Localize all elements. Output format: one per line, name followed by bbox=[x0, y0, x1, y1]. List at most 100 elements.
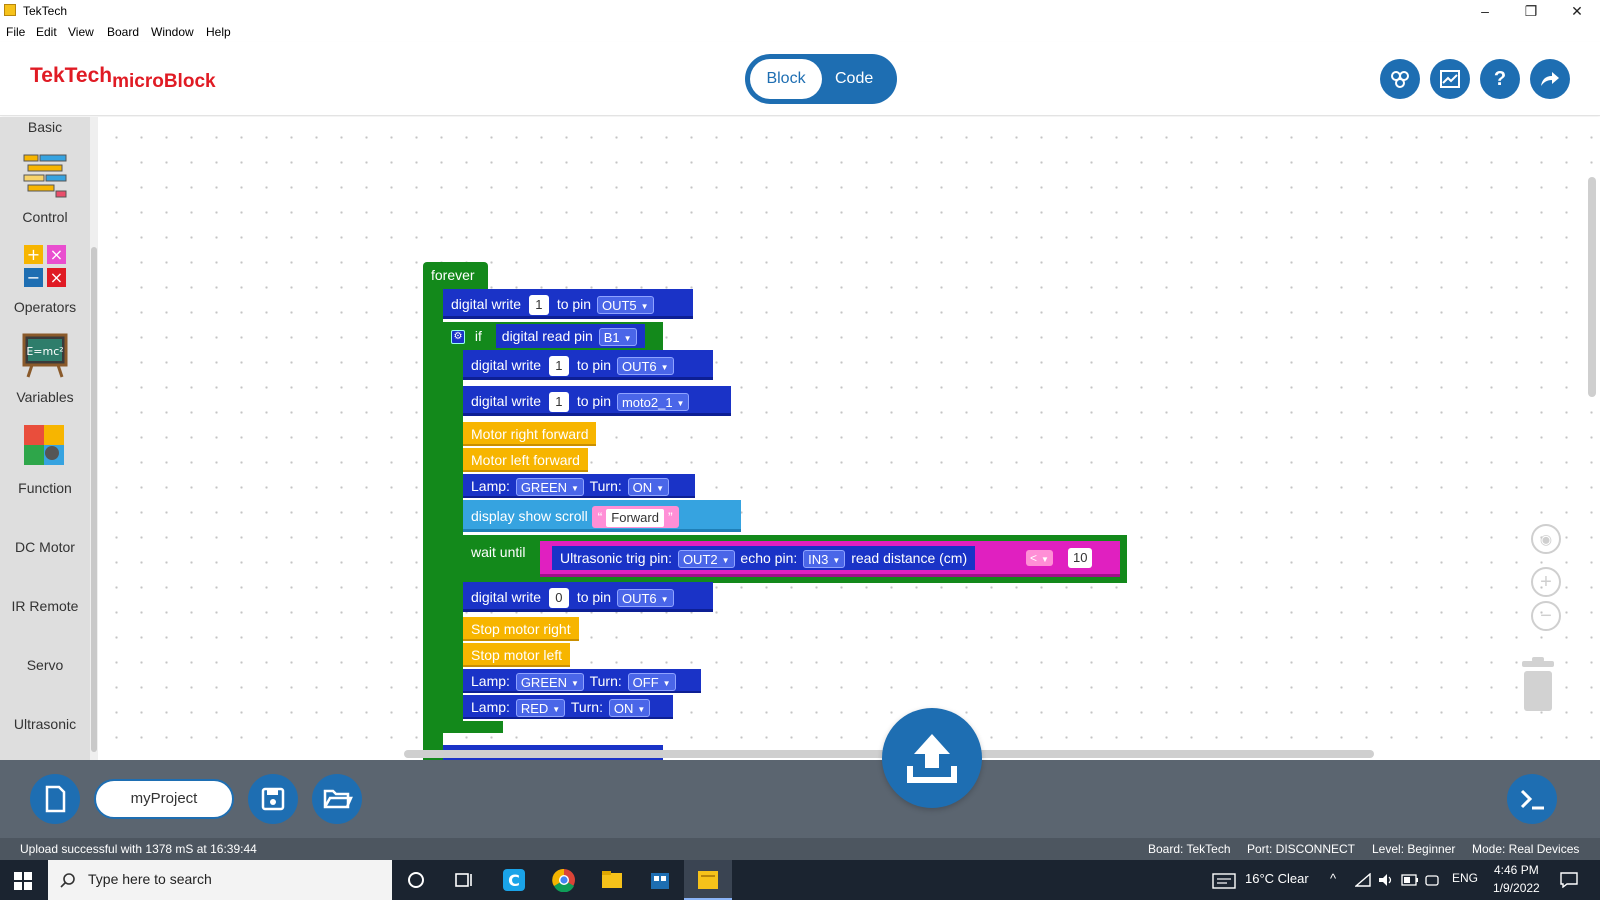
digital-write-block-2[interactable]: digital write 1 to pin OUT6 ▼ bbox=[463, 350, 713, 380]
compare-block[interactable]: Ultrasonic trig pin: OUT2 ▼ echo pin: IN3… bbox=[540, 541, 1120, 577]
lamp-state-dropdown[interactable]: OFF ▼ bbox=[627, 673, 676, 692]
motor-left-forward-block[interactable]: Motor left forward bbox=[463, 448, 588, 472]
pin-dropdown[interactable]: OUT6 ▼ bbox=[616, 589, 674, 608]
meet-now-icon[interactable] bbox=[1425, 873, 1439, 887]
lamp-color-dropdown[interactable]: GREEN ▼ bbox=[515, 478, 584, 497]
digital-read-block[interactable]: digital read pin B1 ▼ bbox=[495, 324, 645, 348]
value-input[interactable]: 0 bbox=[548, 588, 569, 609]
zoom-in-button[interactable]: + bbox=[1531, 567, 1561, 597]
ccleaner-app-icon[interactable]: C bbox=[502, 868, 526, 892]
code-mode-button[interactable]: Code bbox=[835, 59, 873, 99]
echo-pin-dropdown[interactable]: IN3 ▼ bbox=[803, 550, 846, 569]
task-view-icon[interactable] bbox=[452, 868, 476, 892]
close-button[interactable]: ✕ bbox=[1554, 0, 1600, 22]
lamp-block-2[interactable]: Lamp: GREEN ▼ Turn: OFF ▼ bbox=[463, 669, 701, 693]
tektech-taskbar-button[interactable] bbox=[684, 860, 732, 900]
notifications-icon[interactable] bbox=[1560, 872, 1578, 888]
menu-help[interactable]: Help bbox=[206, 25, 231, 39]
text-value[interactable]: Forward bbox=[606, 509, 664, 528]
menu-file[interactable]: File bbox=[6, 25, 25, 39]
dropdown-arrow-icon: ▼ bbox=[571, 483, 579, 493]
cortana-icon[interactable] bbox=[404, 868, 428, 892]
clock-time[interactable]: 4:46 PM bbox=[1494, 863, 1539, 877]
lamp-block-3[interactable]: Lamp: RED ▼ Turn: ON ▼ bbox=[463, 695, 673, 719]
ultrasonic-read-block[interactable]: Ultrasonic trig pin: OUT2 ▼ echo pin: IN3… bbox=[552, 546, 976, 570]
if-block-arm bbox=[443, 322, 463, 722]
forever-label: forever bbox=[431, 267, 475, 283]
weather-icon[interactable] bbox=[1212, 873, 1236, 889]
lamp-block-1[interactable]: Lamp: GREEN ▼ Turn: ON ▼ bbox=[463, 474, 695, 498]
help-button[interactable]: ? bbox=[1480, 59, 1520, 99]
sidebar-scroll-thumb[interactable] bbox=[91, 247, 97, 752]
category-basic[interactable]: Basic bbox=[0, 119, 90, 135]
trash-icon[interactable] bbox=[1518, 657, 1558, 713]
block-mode-button[interactable]: Block bbox=[750, 59, 822, 99]
store-app-icon[interactable] bbox=[648, 868, 672, 892]
category-operators[interactable]: Operators bbox=[0, 299, 90, 315]
stop-motor-right-block[interactable]: Stop motor right bbox=[463, 617, 579, 641]
recenter-button[interactable]: ◉ bbox=[1531, 524, 1561, 554]
menu-edit[interactable]: Edit bbox=[36, 25, 57, 39]
network-icon[interactable] bbox=[1355, 873, 1371, 887]
chrome-app-icon[interactable] bbox=[552, 868, 576, 892]
compare-value-input[interactable]: 10 bbox=[1068, 548, 1093, 568]
menu-view[interactable]: View bbox=[68, 25, 94, 39]
category-ultrasonic[interactable]: Ultrasonic bbox=[0, 716, 90, 732]
digital-write-block-4[interactable]: digital write 0 to pin OUT6 ▼ bbox=[463, 582, 713, 612]
terminal-button[interactable] bbox=[1507, 774, 1557, 824]
file-explorer-icon[interactable] bbox=[600, 868, 624, 892]
if-block[interactable]: ⚙ if digital read pin B1 ▼ bbox=[443, 322, 663, 350]
lamp-state-dropdown[interactable]: ON ▼ bbox=[627, 478, 670, 497]
new-file-button[interactable] bbox=[30, 774, 80, 824]
digital-write-block-3[interactable]: digital write 1 to pin moto2_1 ▼ bbox=[463, 386, 731, 416]
display-show-scroll-block[interactable]: display show scroll “Forward” bbox=[463, 500, 741, 532]
operator-dropdown[interactable]: < ▼ bbox=[1026, 550, 1053, 566]
volume-icon[interactable] bbox=[1378, 873, 1394, 887]
pin-dropdown[interactable]: OUT5 ▼ bbox=[596, 296, 654, 315]
open-file-button[interactable] bbox=[312, 774, 362, 824]
lamp-state-dropdown[interactable]: ON ▼ bbox=[608, 699, 651, 718]
value-input[interactable]: 1 bbox=[528, 295, 549, 316]
workspace-vertical-scrollbar[interactable] bbox=[1588, 177, 1596, 397]
menu-window[interactable]: Window bbox=[151, 25, 194, 39]
category-servo[interactable]: Servo bbox=[0, 657, 90, 673]
motor-right-forward-block[interactable]: Motor right forward bbox=[463, 422, 597, 446]
gear-icon[interactable]: ⚙ bbox=[451, 330, 465, 345]
category-variables[interactable]: Variables bbox=[0, 389, 90, 405]
value-input[interactable]: 1 bbox=[548, 392, 569, 413]
digital-write-block-1[interactable]: digital write 1 to pin OUT5 ▼ bbox=[443, 289, 693, 319]
lamp-color-dropdown[interactable]: RED ▼ bbox=[515, 699, 566, 718]
category-control[interactable]: Control bbox=[0, 209, 90, 225]
pin-dropdown[interactable]: OUT6 ▼ bbox=[616, 357, 674, 376]
trig-pin-dropdown[interactable]: OUT2 ▼ bbox=[677, 550, 735, 569]
upload-button[interactable] bbox=[882, 708, 982, 808]
menu-board[interactable]: Board bbox=[107, 25, 139, 39]
category-dc-motor[interactable]: DC Motor bbox=[0, 539, 90, 555]
weather-text[interactable]: 16°C Clear bbox=[1245, 871, 1309, 886]
windows-start-icon[interactable] bbox=[14, 872, 32, 890]
pin-dropdown[interactable]: B1 ▼ bbox=[598, 328, 637, 347]
block-workspace[interactable]: forever digital write 1 to pin OUT5 ▼ ⚙ i… bbox=[98, 117, 1600, 760]
wait-until-block[interactable]: wait until Ultrasonic trig pin: OUT2 ▼ ec… bbox=[463, 535, 1127, 583]
language-indicator[interactable]: ENG bbox=[1452, 871, 1478, 885]
text-input[interactable]: “Forward” bbox=[591, 506, 679, 529]
battery-icon[interactable] bbox=[1401, 874, 1419, 886]
project-name-input[interactable]: myProject bbox=[94, 779, 234, 819]
serial-plotter-button[interactable] bbox=[1430, 59, 1470, 99]
save-button[interactable] bbox=[248, 774, 298, 824]
value-input[interactable]: 1 bbox=[548, 356, 569, 377]
extensions-button[interactable] bbox=[1380, 59, 1420, 99]
stop-motor-left-block[interactable]: Stop motor left bbox=[463, 643, 571, 667]
zoom-out-button[interactable]: − bbox=[1531, 601, 1561, 631]
category-function[interactable]: Function bbox=[0, 480, 90, 496]
clock-date[interactable]: 1/9/2022 bbox=[1493, 881, 1540, 895]
maximize-button[interactable]: ❐ bbox=[1508, 0, 1554, 22]
show-hidden-icons-chevron-icon[interactable]: ^ bbox=[1330, 871, 1336, 886]
lamp-color-dropdown[interactable]: GREEN ▼ bbox=[515, 673, 584, 692]
share-button[interactable] bbox=[1530, 59, 1570, 99]
category-ir-remote[interactable]: IR Remote bbox=[0, 598, 90, 614]
minimize-button[interactable]: – bbox=[1462, 0, 1508, 22]
taskbar-search-box[interactable]: Type here to search bbox=[48, 860, 392, 900]
pin-dropdown[interactable]: moto2_1 ▼ bbox=[616, 393, 690, 412]
sidebar-scrollbar[interactable] bbox=[90, 117, 98, 760]
